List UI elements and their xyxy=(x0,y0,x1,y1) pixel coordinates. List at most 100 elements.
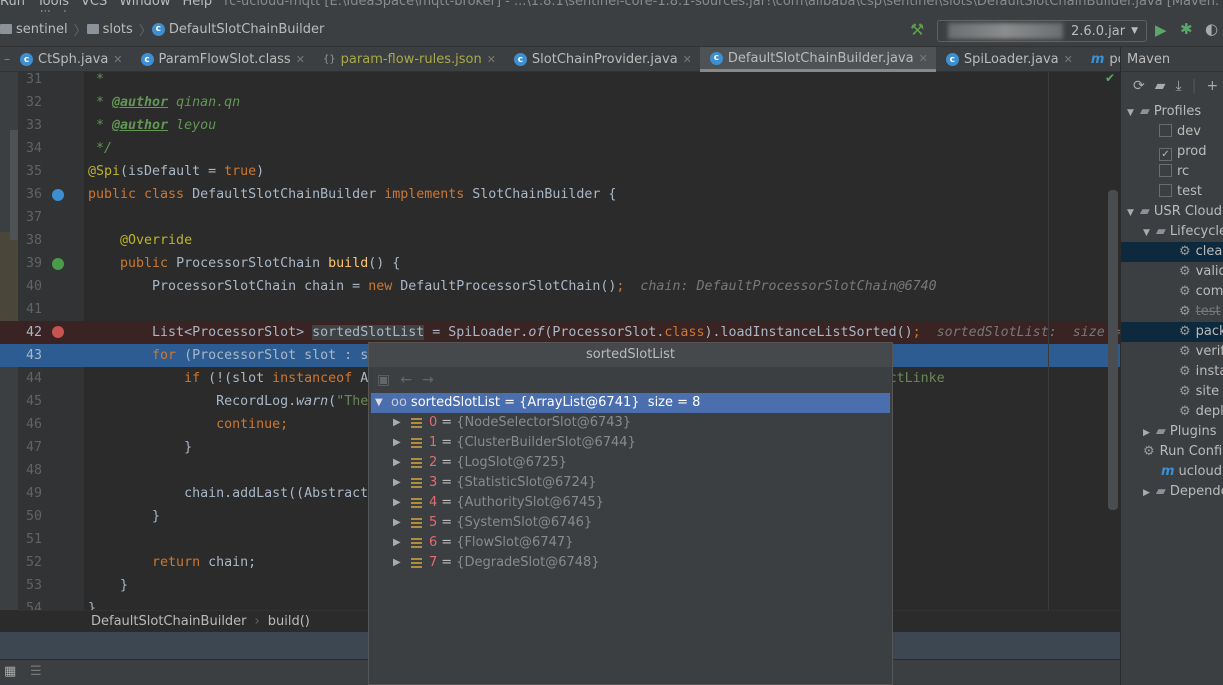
line-number[interactable]: 46 xyxy=(18,413,42,436)
build-hammer-icon[interactable]: ⚒ xyxy=(910,20,924,39)
breadcrumb-class[interactable]: c DefaultSlotChainBuilder xyxy=(151,22,324,37)
debug-icon[interactable]: ✱ xyxy=(1180,20,1193,38)
line-number[interactable]: 49 xyxy=(18,482,42,505)
line-number[interactable]: 44 xyxy=(18,367,42,390)
list-item[interactable]: ▶ 2 = {LogSlot@6725} xyxy=(369,453,892,473)
code-line[interactable]: 41 xyxy=(0,298,1120,321)
checkbox[interactable] xyxy=(1159,184,1172,197)
menu-tools[interactable]: Tools xyxy=(37,0,69,9)
close-tab-icon[interactable]: ✕ xyxy=(113,53,122,66)
menu-window[interactable]: Window xyxy=(119,0,170,9)
checkbox[interactable] xyxy=(1159,124,1172,137)
list-item[interactable]: ▶ 6 = {FlowSlot@6747} xyxy=(369,533,892,553)
line-number[interactable]: 47 xyxy=(18,436,42,459)
maven-item[interactable]: ⚙deploy xyxy=(1121,402,1223,422)
list-item[interactable]: ▶ 1 = {ClusterBuilderSlot@6744} xyxy=(369,433,892,453)
line-number[interactable]: 50 xyxy=(18,505,42,528)
table-icon[interactable]: ▦ xyxy=(4,664,16,679)
run-configuration-select[interactable]: 2.6.0.jar ▼ xyxy=(937,20,1147,42)
menu-vcs[interactable]: VCS xyxy=(81,0,107,9)
close-tab-icon[interactable]: ✕ xyxy=(1064,53,1073,66)
code-line[interactable]: 39 public ProcessorSlotChain build() { xyxy=(0,252,1120,275)
maven-item[interactable]: ⚙compile xyxy=(1121,282,1223,302)
back-icon[interactable]: ← xyxy=(400,372,412,388)
maven-item[interactable]: ⚙validate xyxy=(1121,262,1223,282)
maven-item[interactable]: dev xyxy=(1121,122,1223,142)
coverage-icon[interactable]: ◐ xyxy=(1205,20,1218,38)
maven-item[interactable]: ▶▰Dependencies xyxy=(1121,482,1223,502)
forward-icon[interactable]: → xyxy=(422,372,434,388)
line-number[interactable]: 52 xyxy=(18,551,42,574)
maven-item[interactable]: ⚙clean xyxy=(1121,242,1223,262)
inspection-ok-icon[interactable]: ✔ xyxy=(1105,71,1115,85)
list-item[interactable]: ▶ 5 = {SystemSlot@6746} xyxy=(369,513,892,533)
add-icon[interactable]: + xyxy=(1206,78,1218,94)
expand-icon[interactable]: ▶ xyxy=(369,433,405,453)
maven-item[interactable]: ▶ ▰ Plugins xyxy=(1121,422,1223,442)
checkbox[interactable] xyxy=(1159,164,1172,177)
maven-item[interactable]: rc xyxy=(1121,162,1223,182)
close-tab-icon[interactable]: ✕ xyxy=(296,53,305,66)
list-item[interactable]: ▶ 4 = {AuthoritySlot@6745} xyxy=(369,493,892,513)
line-number[interactable]: 37 xyxy=(18,206,42,229)
list-item[interactable]: ▶ 0 = {NodeSelectorSlot@6743} xyxy=(369,413,892,433)
tree-icon[interactable]: ▣ xyxy=(377,372,390,388)
expand-icon[interactable]: ▶ xyxy=(369,473,405,493)
maven-item[interactable]: m ucloud xyxy=(1121,462,1223,482)
code-line[interactable]: 42 List<ProcessorSlot> sortedSlotList = … xyxy=(0,321,1120,344)
maven-item[interactable]: test xyxy=(1121,182,1223,202)
line-number[interactable]: 39 xyxy=(18,252,42,275)
code-line[interactable]: 33 * @author leyou xyxy=(0,114,1120,137)
close-tab-icon[interactable]: ✕ xyxy=(487,53,496,66)
code-line[interactable]: 38 @Override xyxy=(0,229,1120,252)
list-item[interactable]: ▶ 7 = {DegradeSlot@6748} xyxy=(369,553,892,573)
line-number[interactable]: 40 xyxy=(18,275,42,298)
checkbox[interactable]: ✓ xyxy=(1159,148,1172,161)
line-number[interactable]: 34 xyxy=(18,137,42,160)
expand-icon[interactable]: ▶ xyxy=(1143,488,1150,498)
menu-run[interactable]: Run xyxy=(0,0,25,9)
editor-scrollbar[interactable] xyxy=(1108,190,1118,510)
maven-item[interactable]: ⚙Run Configurations xyxy=(1121,442,1223,462)
code-line[interactable]: 37 xyxy=(0,206,1120,229)
maven-item[interactable]: ⚙verify xyxy=(1121,342,1223,362)
line-number[interactable]: 51 xyxy=(18,528,42,551)
close-tab-icon[interactable]: ✕ xyxy=(919,52,928,65)
maven-item[interactable]: ▼ ▰ USR Cloud xyxy=(1121,202,1223,222)
expand-icon[interactable]: ▶ xyxy=(1143,428,1150,438)
expand-icon[interactable]: ▶ xyxy=(369,513,405,533)
code-line[interactable]: 40 ProcessorSlotChain chain = new Defaul… xyxy=(0,275,1120,298)
maven-item[interactable]: ⚙ site xyxy=(1121,382,1223,402)
add-folder-icon[interactable]: ▰ xyxy=(1155,78,1166,94)
expand-icon[interactable]: ▶ xyxy=(369,533,405,553)
code-line[interactable]: 35 @Spi(isDefault = true) xyxy=(0,160,1120,183)
collapse-icon[interactable]: ▼ xyxy=(1143,228,1150,238)
line-number[interactable]: 32 xyxy=(18,91,42,114)
code-line[interactable]: 34 */ xyxy=(0,137,1120,160)
code-line[interactable]: 32 * @author qinan.qn xyxy=(0,91,1120,114)
list-item[interactable]: ▶ 3 = {StatisticSlot@6724} xyxy=(369,473,892,493)
crumb-method[interactable]: build() xyxy=(268,614,310,629)
line-number[interactable]: 33 xyxy=(18,114,42,137)
run-icon[interactable]: ▶ xyxy=(1155,21,1167,39)
collapse-icon[interactable]: ▼ xyxy=(1127,108,1134,118)
code-line[interactable]: 36 public class DefaultSlotChainBuilder i… xyxy=(0,183,1120,206)
expand-icon[interactable]: ▶ xyxy=(369,493,405,513)
breadcrumb-slots[interactable]: slots xyxy=(86,22,133,37)
menu-help[interactable]: Help xyxy=(182,0,212,9)
implemented-icon[interactable] xyxy=(52,189,64,201)
expand-icon[interactable]: ▶ xyxy=(369,553,405,573)
crumb-class[interactable]: DefaultSlotChainBuilder xyxy=(91,614,247,629)
line-number[interactable]: 42 xyxy=(18,321,42,344)
expand-icon[interactable]: ▶ xyxy=(369,413,405,433)
maven-item[interactable]: ▼ ▰ Profiles xyxy=(1121,102,1223,122)
maven-item[interactable]: ⚙install xyxy=(1121,362,1223,382)
breakpoint-icon[interactable] xyxy=(52,326,64,338)
line-number[interactable]: 48 xyxy=(18,459,42,482)
breadcrumb-sentinel[interactable]: sentinel xyxy=(0,22,68,37)
collapse-icon[interactable]: ▼ xyxy=(1127,208,1134,218)
code-line[interactable]: 31 * xyxy=(0,68,1120,91)
root-variable-row[interactable]: ▼ oo sortedSlotList = {ArrayList@6741} si… xyxy=(371,393,890,413)
line-number[interactable]: 36 xyxy=(18,183,42,206)
expand-icon[interactable]: ▶ xyxy=(369,453,405,473)
